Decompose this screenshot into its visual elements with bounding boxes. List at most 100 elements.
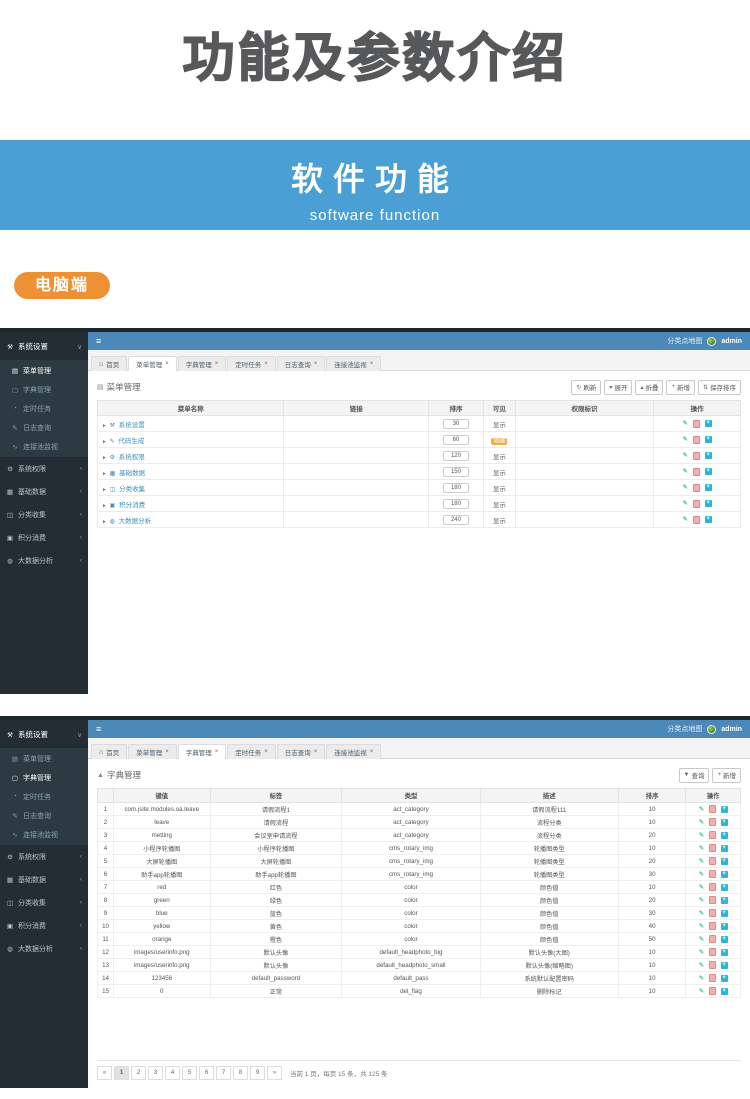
add-child-icon[interactable]: + [720,909,728,917]
add-child-icon[interactable]: + [704,452,712,460]
menu-name-link[interactable]: 基础数据 [119,470,145,477]
tab-home[interactable]: ⌂ 首页 [91,744,128,759]
add-button[interactable]: + 新增 [712,767,741,783]
sidebar-item-dict-mgmt[interactable]: ▢ 字典管理 [0,380,88,399]
expand-button[interactable]: ▾ 展开 [604,379,633,395]
menu-name-link[interactable]: 代码生成 [118,438,144,445]
delete-icon[interactable] [708,844,716,853]
avatar[interactable] [707,724,717,734]
sort-input[interactable]: 150 [442,466,469,477]
close-icon[interactable]: × [314,749,318,755]
menu-name-link[interactable]: 大数据分析 [119,518,152,525]
add-child-icon[interactable]: + [720,883,728,891]
page-button[interactable]: 8 [233,1066,248,1080]
tab-log-query[interactable]: 日志查询 × [276,744,326,759]
edit-icon[interactable]: ✎ [699,988,704,995]
add-child-icon[interactable]: + [704,516,712,524]
menu-name-link[interactable]: 系统设置 [119,422,145,429]
add-child-icon[interactable]: + [720,857,728,865]
refresh-button[interactable]: ↻ 刷新 [571,379,602,395]
page-button[interactable]: 4 [165,1066,180,1080]
delete-icon[interactable] [708,922,716,931]
add-child-icon[interactable]: + [720,844,728,852]
sidebar-item-log-query[interactable]: ✎ 日志查询 [0,806,88,825]
tab-scheduled-tasks[interactable]: 定时任务 × [227,356,276,371]
delete-icon[interactable] [708,831,716,840]
expand-caret-icon[interactable]: ▸ [103,455,106,461]
tab-pool-monitor[interactable]: 连接池监视 × [326,744,382,759]
delete-icon[interactable] [708,896,716,905]
edit-icon[interactable]: ✎ [699,975,704,982]
map-link[interactable]: 分类点地图 [667,724,702,734]
expand-caret-icon[interactable]: ▸ [103,487,106,493]
sort-input[interactable]: 120 [442,450,469,461]
tab-log-query[interactable]: 日志查询 × [276,356,326,371]
delete-icon[interactable] [692,467,700,476]
sidebar-item-bigdata-analysis[interactable]: ◍ 大数据分析 ‹ [0,549,88,572]
edit-icon[interactable]: ✎ [699,936,704,943]
add-child-icon[interactable]: + [704,436,712,444]
edit-icon[interactable]: ✎ [699,962,704,969]
page-button[interactable]: 1 [114,1066,129,1080]
sidebar-item-log-query[interactable]: ✎ 日志查询 [0,418,88,437]
expand-caret-icon[interactable]: ▸ [103,471,106,477]
tab-dict-mgmt[interactable]: 字典管理 × [177,356,227,371]
delete-icon[interactable] [708,935,716,944]
close-icon[interactable]: × [215,361,219,367]
edit-icon[interactable]: ✎ [699,884,704,891]
add-child-icon[interactable]: + [720,870,728,878]
delete-icon[interactable] [692,483,700,492]
avatar[interactable] [707,336,717,346]
username[interactable]: admin [721,726,742,733]
add-child-icon[interactable]: + [720,818,728,826]
sort-input[interactable]: 30 [442,418,469,429]
add-button[interactable]: + 新增 [666,379,695,395]
sidebar-item-pool-monitor[interactable]: ∿ 连接池监视 [0,825,88,844]
sidebar-item-menu-mgmt[interactable]: ▤ 菜单管理 [0,749,88,768]
edit-icon[interactable]: ✎ [683,420,688,427]
add-child-icon[interactable]: + [720,922,728,930]
add-child-icon[interactable]: + [720,974,728,982]
edit-icon[interactable]: ✎ [699,910,704,917]
add-child-icon[interactable]: + [720,987,728,995]
close-icon[interactable]: × [215,749,219,755]
tab-scheduled-tasks[interactable]: 定时任务 × [227,744,276,759]
edit-icon[interactable]: ✎ [699,923,704,930]
edit-icon[interactable]: ✎ [683,516,688,523]
tab-menu-mgmt[interactable]: 菜单管理 × [128,356,177,371]
delete-icon[interactable] [708,987,716,996]
delete-icon[interactable] [692,435,700,444]
close-icon[interactable]: × [264,361,268,367]
sort-input[interactable]: 240 [442,514,469,525]
edit-icon[interactable]: ✎ [683,452,688,459]
sidebar-item-dict-mgmt[interactable]: ▢ 字典管理 [0,768,88,787]
sidebar-item-category-collect[interactable]: ◫ 分类收集 ‹ [0,891,88,914]
edit-icon[interactable]: ✎ [699,949,704,956]
close-icon[interactable]: × [370,361,374,367]
delete-icon[interactable] [708,909,716,918]
sidebar-item-system-settings[interactable]: ⚒ 系统设置 ∨ [0,332,88,360]
sidebar-item-pool-monitor[interactable]: ∿ 连接池监视 [0,437,88,456]
page-button[interactable]: 9 [250,1066,265,1080]
query-button[interactable]: ▼ 查询 [678,767,710,783]
sidebar-item-system-settings[interactable]: ⚒ 系统设置 ∨ [0,720,88,748]
close-icon[interactable]: × [165,361,169,367]
page-button[interactable]: 7 [216,1066,231,1080]
map-link[interactable]: 分类点地图 [667,336,702,346]
add-child-icon[interactable]: + [720,831,728,839]
expand-caret-icon[interactable]: ▸ [103,439,106,445]
add-child-icon[interactable]: + [704,500,712,508]
sidebar-item-base-data[interactable]: ▦ 基础数据 ‹ [0,868,88,891]
hamburger-icon[interactable]: ≡ [96,724,101,734]
delete-icon[interactable] [708,948,716,957]
delete-icon[interactable] [692,515,700,524]
close-icon[interactable]: × [370,749,374,755]
edit-icon[interactable]: ✎ [699,832,704,839]
save-sort-button[interactable]: ⇅ 保存排序 [697,379,741,395]
hamburger-icon[interactable]: ≡ [96,336,101,346]
prev-page-button[interactable]: « [97,1066,112,1080]
delete-icon[interactable] [692,419,700,428]
page-button[interactable]: 6 [199,1066,214,1080]
username[interactable]: admin [721,338,742,345]
edit-icon[interactable]: ✎ [699,845,704,852]
